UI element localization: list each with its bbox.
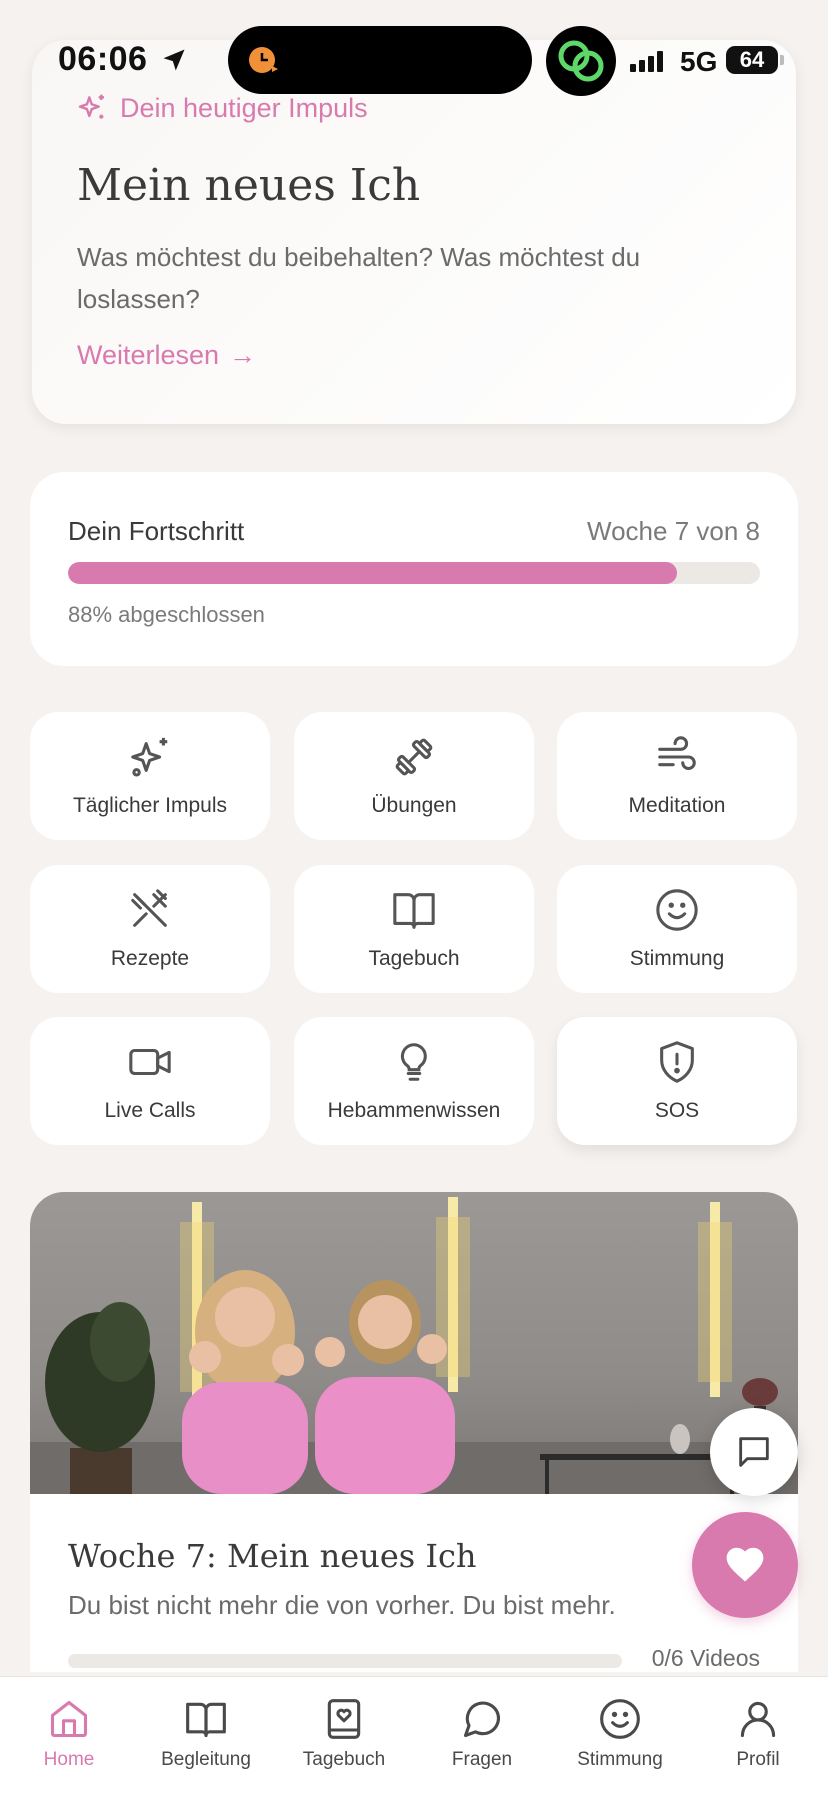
nav-fragen[interactable]: Fragen: [422, 1697, 542, 1771]
chat-bubble-icon: [463, 1701, 501, 1738]
tile-label: Hebammenwissen: [327, 1099, 501, 1122]
dumbbell-icon: [395, 738, 433, 776]
wind-icon: [658, 736, 696, 770]
progress-bar-fill: [68, 562, 677, 584]
tile-recipes[interactable]: Rezepte: [30, 865, 270, 993]
utensils-crossed-icon: [131, 889, 167, 927]
progress-percent: 88% abgeschlossen: [68, 602, 265, 627]
tile-meditation[interactable]: Meditation: [557, 712, 797, 840]
video-title: Woche 7: Mein neues Ich: [68, 1537, 477, 1575]
video-camera-icon: [129, 1048, 171, 1076]
progress-title: Dein Fortschritt: [68, 516, 245, 546]
read-more-label: Weiterlesen: [77, 340, 220, 370]
nav-label: Profil: [736, 1749, 780, 1770]
home-icon: [50, 1700, 88, 1738]
read-more-link[interactable]: Weiterlesen →: [77, 340, 256, 371]
nav-label: Begleitung: [161, 1749, 251, 1770]
user-icon: [740, 1701, 776, 1738]
video-thumbnail[interactable]: [30, 1192, 798, 1494]
heart-icon: [726, 1547, 764, 1582]
tile-label: Übungen: [371, 794, 457, 817]
tile-midwife-knowledge[interactable]: Hebammenwissen: [294, 1017, 534, 1145]
arrow-right-icon: →: [229, 340, 257, 370]
tile-label: Meditation: [628, 794, 726, 817]
open-book-icon: [393, 893, 435, 929]
smiley-icon: [600, 1699, 640, 1739]
nav-home[interactable]: Home: [9, 1697, 129, 1771]
video-subtitle: Du bist nicht mehr die von vorher. Du bi…: [68, 1590, 616, 1620]
nav-profil[interactable]: Profil: [698, 1697, 818, 1771]
nav-label: Stimmung: [577, 1749, 663, 1770]
progress-week: Woche 7 von 8: [587, 516, 760, 546]
nav-label: Tagebuch: [302, 1749, 386, 1770]
battery-indicator: 64: [726, 46, 784, 74]
status-bar: 06:06 5G 64: [0, 0, 828, 110]
tile-label: SOS: [654, 1099, 700, 1122]
tile-exercises[interactable]: Übungen: [294, 712, 534, 840]
tile-label: Rezepte: [110, 947, 190, 970]
tile-label: Stimmung: [629, 947, 725, 970]
progress-card: Dein Fortschritt Woche 7 von 8 88% abges…: [30, 472, 798, 666]
tile-label: Live Calls: [104, 1099, 196, 1122]
tile-label: Täglicher Impuls: [72, 794, 228, 817]
favorite-button[interactable]: [692, 1512, 798, 1618]
nav-label: Home: [43, 1749, 95, 1770]
location-arrow-icon: [163, 49, 185, 71]
video-card[interactable]: Woche 7: Mein neues Ich Du bist nicht me…: [30, 1192, 798, 1672]
timer-icon: [249, 47, 278, 73]
impulse-text: Was möchtest du beibehalten? Was möchtes…: [77, 242, 641, 314]
tile-journal[interactable]: Tagebuch: [294, 865, 534, 993]
tile-sos[interactable]: SOS: [557, 1017, 797, 1145]
nav-stimmung[interactable]: Stimmung: [560, 1697, 680, 1771]
nav-label: Fragen: [451, 1749, 513, 1770]
tile-label: Tagebuch: [368, 947, 460, 970]
lightbulb-icon: [400, 1043, 427, 1081]
video-progress-bar: [68, 1654, 622, 1668]
nav-tagebuch[interactable]: Tagebuch: [284, 1697, 404, 1771]
nav-begleitung[interactable]: Begleitung: [146, 1697, 266, 1771]
impulse-title: Mein neues Ich: [77, 160, 421, 211]
tile-daily-impulse[interactable]: Täglicher Impuls: [30, 712, 270, 840]
signal-icon: [630, 51, 663, 72]
tile-mood[interactable]: Stimmung: [557, 865, 797, 993]
status-time: 06:06: [58, 40, 148, 78]
smiley-icon: [656, 889, 698, 931]
chat-button[interactable]: [710, 1408, 798, 1496]
bottom-nav: Home Begleitung Tagebuch Fragen Stimmung…: [0, 1676, 828, 1799]
link-icon[interactable]: [546, 26, 616, 96]
progress-bar: [68, 562, 760, 584]
shield-alert-icon: [660, 1041, 694, 1083]
message-square-icon: [739, 1437, 769, 1467]
network-label: 5G: [680, 46, 718, 77]
journal-icon: [327, 1699, 361, 1739]
video-count: 0/6 Videos: [651, 1645, 760, 1671]
sparkles-icon: [131, 737, 168, 777]
video-thumbnail-image: [30, 1197, 798, 1494]
tile-live-calls[interactable]: Live Calls: [30, 1017, 270, 1145]
dynamic-island: [228, 26, 532, 94]
book-icon: [186, 1702, 226, 1738]
